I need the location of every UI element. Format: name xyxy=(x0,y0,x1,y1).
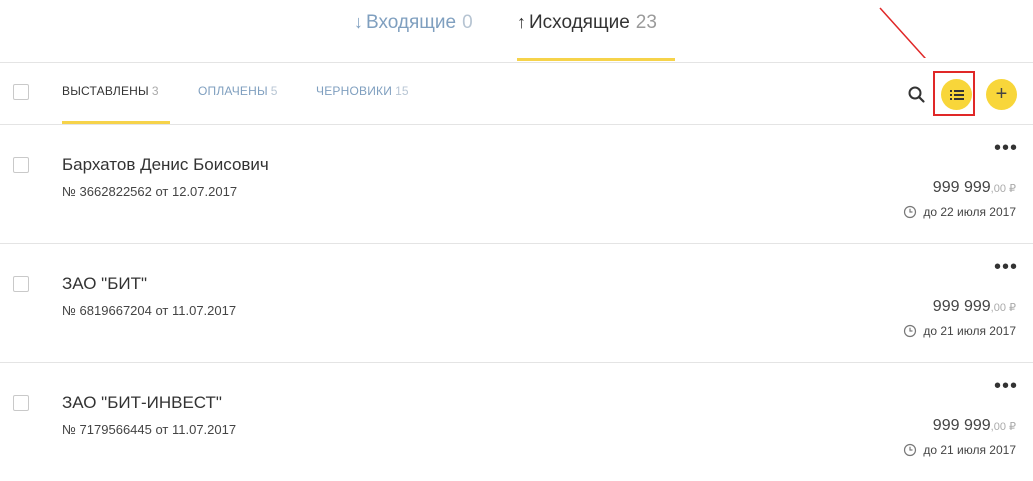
arrow-up-icon: ↑ xyxy=(517,12,526,32)
tab-drafts[interactable]: ЧЕРНОВИКИ 15 xyxy=(316,84,409,98)
tab-issued-count: 3 xyxy=(151,84,159,98)
tab-incoming-count: 0 xyxy=(462,12,473,33)
counterparty-name: Бархатов Денис Боисович xyxy=(62,155,269,174)
counterparty-name: ЗАО "БИТ" xyxy=(62,274,148,293)
tab-paid-count: 5 xyxy=(270,84,278,98)
amount-main: 999 999 xyxy=(932,417,991,434)
row-checkbox[interactable] xyxy=(13,276,29,292)
due-date-text: до 21 июля 2017 xyxy=(923,324,1016,338)
invoice-amount: 999 999,00 ₽ xyxy=(933,179,1016,197)
tab-drafts-count: 15 xyxy=(395,84,409,98)
search-button[interactable] xyxy=(906,84,928,106)
invoice-number: № 6819667204 от 11.07.2017 xyxy=(62,303,237,318)
annotation-arrow-icon xyxy=(879,7,927,58)
invoice-row[interactable]: ЗАО "БИТ-ИНВЕСТ" № 7179566445 от 11.07.2… xyxy=(0,363,1033,481)
add-invoice-button[interactable]: + xyxy=(986,79,1017,110)
tab-outgoing-label: Исходящие xyxy=(529,12,630,33)
invoice-amount: 999 999,00 ₽ xyxy=(933,298,1016,316)
tab-issued[interactable]: ВЫСТАВЛЕНЫ 3 xyxy=(62,84,159,98)
search-icon xyxy=(908,86,925,103)
select-all-checkbox[interactable] xyxy=(13,84,29,100)
amount-cents: ,00 ₽ xyxy=(990,183,1016,195)
more-options-icon[interactable]: ••• xyxy=(994,138,1018,158)
row-checkbox[interactable] xyxy=(13,157,29,173)
highlight-box xyxy=(933,71,975,116)
tab-issued-label: ВЫСТАВЛЕНЫ xyxy=(62,84,149,98)
tab-outgoing-count: 23 xyxy=(635,12,657,33)
amount-main: 999 999 xyxy=(932,179,991,196)
tab-paid-label: ОПЛАЧЕНЫ xyxy=(198,84,268,98)
active-tab-indicator xyxy=(517,58,675,61)
tab-outgoing[interactable]: ↑ Исходящие 23 xyxy=(517,12,657,60)
active-filter-indicator xyxy=(62,121,170,124)
tab-incoming[interactable]: ↓ Входящие 0 xyxy=(354,12,473,60)
invoice-amount: 999 999,00 ₽ xyxy=(933,417,1016,435)
amount-cents: ,00 ₽ xyxy=(990,302,1016,314)
more-options-icon[interactable]: ••• xyxy=(994,376,1018,396)
filter-bar: ВЫСТАВЛЕНЫ 3 ОПЛАЧЕНЫ 5 ЧЕРНОВИКИ 15 + xyxy=(0,62,1033,125)
clock-icon xyxy=(904,324,917,338)
amount-cents: ,00 ₽ xyxy=(990,421,1016,433)
invoice-number: № 3662822562 от 12.07.2017 xyxy=(62,184,238,199)
clock-icon xyxy=(904,443,917,457)
tab-drafts-label: ЧЕРНОВИКИ xyxy=(316,84,393,98)
invoice-row[interactable]: ЗАО "БИТ" № 6819667204 от 11.07.2017 •••… xyxy=(0,244,1033,363)
amount-main: 999 999 xyxy=(932,298,991,315)
arrow-down-icon: ↓ xyxy=(354,12,363,32)
tab-incoming-label: Входящие xyxy=(366,12,457,33)
due-date: до 22 июля 2017 xyxy=(903,205,1016,219)
due-date-text: до 22 июля 2017 xyxy=(923,205,1016,219)
row-checkbox[interactable] xyxy=(13,395,29,411)
invoice-number: № 7179566445 от 11.07.2017 xyxy=(62,422,237,437)
invoice-row[interactable]: Бархатов Денис Боисович № 3662822562 от … xyxy=(0,125,1033,244)
more-options-icon[interactable]: ••• xyxy=(994,257,1018,277)
due-date: до 21 июля 2017 xyxy=(903,443,1016,457)
tab-paid[interactable]: ОПЛАЧЕНЫ 5 xyxy=(198,84,278,98)
counterparty-name: ЗАО "БИТ-ИНВЕСТ" xyxy=(62,393,222,412)
clock-icon xyxy=(904,205,917,219)
due-date-text: до 21 июля 2017 xyxy=(923,443,1016,457)
due-date: до 21 июля 2017 xyxy=(903,324,1016,338)
